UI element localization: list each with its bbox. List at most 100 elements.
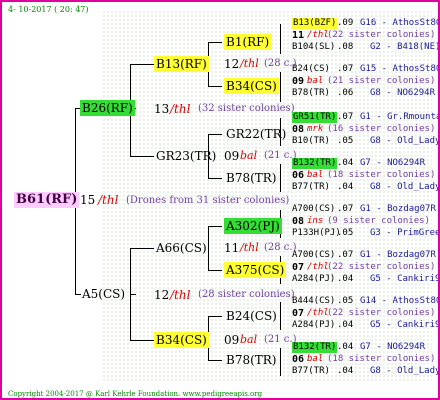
gen2-d-node[interactable]: B34(CS): [154, 332, 209, 348]
leaf-top-value: .07: [337, 204, 354, 214]
leaf-bottom-origin: G5 - Cankiri97Q: [370, 274, 440, 284]
leaf-mid-symbol: bal: [307, 354, 324, 364]
gen2-b-sym: bal: [240, 149, 258, 162]
gen2-d-sym: bal: [240, 333, 258, 346]
gen2-d-num: 09: [224, 333, 240, 347]
leaf-top-value: .04: [337, 342, 354, 352]
leaf-mid-num: 06: [292, 354, 305, 365]
leaf-bottom-value: .05: [337, 228, 354, 238]
leaf-top-origin: G1 - Bozdag07R: [360, 250, 436, 260]
gen2-c-sym: /thl: [240, 241, 259, 254]
leaf-top-origin: G1 - Bozdag07R: [360, 204, 436, 214]
leaf-mid-symbol: ins: [307, 216, 324, 226]
leaf-mid-note: (22 sister colonies): [327, 308, 436, 318]
gen3-a2-node[interactable]: B34(CS): [224, 78, 279, 94]
leaf-top-value: .07: [337, 64, 354, 74]
leaf-mid-num: 08: [292, 216, 305, 227]
leaf-bottom-value: .08: [337, 42, 354, 52]
leaf-top-node[interactable]: GR51(TR): [292, 112, 338, 123]
date-stamp: 4- 10-2017 ( 20: 47): [8, 5, 89, 14]
gen2-a-num: 12: [224, 57, 240, 71]
root-node[interactable]: B61(RF): [14, 192, 80, 208]
gen1-bottom-num: 12: [154, 288, 170, 302]
leaf-bottom-node[interactable]: A284(PJ): [292, 274, 335, 285]
leaf-bottom-node[interactable]: B77(TR): [292, 366, 330, 377]
gen2-b-num: 09: [224, 149, 240, 163]
leaf-bottom-origin: G8 - NO6294R: [370, 88, 436, 98]
root-note: (Drones from 31 sister colonies): [126, 195, 290, 206]
gen3-b1-node[interactable]: GR22(TR): [224, 126, 288, 142]
footer-copyright: Copyright 2004-2017 @ Karl Kehrle Founda…: [8, 390, 263, 398]
leaf-bottom-origin: G8 - Old_Lady: [370, 182, 440, 192]
gen2-a-node[interactable]: B13(RF): [154, 56, 209, 72]
leaf-bottom-node[interactable]: A284(PJ): [292, 320, 335, 331]
gen1-top-num: 13: [154, 102, 170, 116]
leaf-top-node[interactable]: A700(CS): [292, 204, 335, 215]
leaf-mid-note: (9 sister colonies): [327, 216, 430, 226]
leaf-top-node[interactable]: A700(CS): [292, 250, 335, 261]
leaf-bottom-value: .04: [337, 274, 354, 284]
leaf-mid-note: (22 sister colonies): [327, 30, 436, 40]
leaf-top-value: .05: [337, 296, 354, 306]
leaf-mid-num: 08: [292, 124, 305, 135]
gen2-b-node[interactable]: GR23(TR): [154, 148, 218, 164]
leaf-top-origin: G16 - AthosSt80R: [360, 18, 440, 28]
leaf-bottom-value: .04: [337, 320, 354, 330]
leaf-bottom-value: .05: [337, 136, 354, 146]
leaf-mid-symbol: mrk: [307, 124, 324, 134]
leaf-mid-note: (18 sister colonies): [327, 354, 436, 364]
gen3-a1-node[interactable]: B1(RF): [224, 34, 272, 50]
leaf-top-value: .07: [337, 112, 354, 122]
leaf-mid-symbol: bal: [307, 76, 324, 86]
gen3-d2-node[interactable]: B78(TR): [224, 352, 279, 368]
leaf-mid-symbol: bal: [307, 170, 324, 180]
leaf-top-origin: G7 - NO6294R: [360, 342, 426, 352]
gen1-top-node[interactable]: B26(RF): [80, 100, 135, 116]
leaf-top-value: .04: [337, 158, 354, 168]
gen2-c-num: 11: [224, 241, 240, 255]
leaf-mid-num: 07: [292, 308, 305, 319]
gen2-a-sym: /thl: [240, 57, 259, 70]
leaf-bottom-value: .06: [337, 88, 354, 98]
leaf-mid-note: (18 sister colonies): [327, 170, 436, 180]
leaf-top-origin: G7 - NO6294R: [360, 158, 426, 168]
leaf-bottom-node[interactable]: P133H(PJ): [292, 228, 341, 239]
leaf-bottom-origin: G8 - Old_Lady: [370, 366, 440, 376]
gen1-bottom-note: (28 sister colonies): [198, 289, 295, 300]
gen3-c2-node[interactable]: A375(CS): [224, 262, 287, 278]
leaf-top-value: .09: [337, 18, 354, 28]
root-symbol: /thl: [98, 193, 119, 207]
leaf-bottom-node[interactable]: B104(SL): [292, 42, 335, 53]
gen1-bottom-node[interactable]: A5(CS): [80, 286, 127, 302]
leaf-mid-num: 07: [292, 262, 305, 273]
leaf-bottom-origin: G3 - PrimGreen00: [370, 228, 440, 238]
gen1-top-sym: /thl: [170, 102, 191, 116]
gen3-c1-node[interactable]: A302(PJ): [224, 218, 282, 234]
leaf-top-node[interactable]: B132(TR): [292, 158, 338, 169]
leaf-mid-symbol: /thl: [307, 308, 329, 318]
leaf-top-origin: G15 - AthosSt80R: [360, 64, 440, 74]
leaf-mid-num: 06: [292, 170, 305, 181]
gen1-top-note: (32 sister colonies): [198, 103, 295, 114]
leaf-bottom-origin: G2 - B418(NE): [370, 42, 440, 52]
leaf-mid-symbol: /thl: [307, 30, 329, 40]
gen2-c-node[interactable]: A66(CS): [154, 240, 209, 256]
leaf-mid-note: (22 sister colonies): [327, 262, 436, 272]
leaf-bottom-origin: G5 - Cankiri97Q: [370, 320, 440, 330]
leaf-top-origin: G14 - AthosSt80R: [360, 296, 440, 306]
leaf-top-node[interactable]: B13(BZF): [292, 18, 338, 29]
gen3-d1-node[interactable]: B24(CS): [224, 308, 279, 324]
leaf-bottom-value: .04: [337, 366, 354, 376]
gen3-b2-node[interactable]: B78(TR): [224, 170, 279, 186]
leaf-mid-num: 09: [292, 76, 305, 87]
leaf-top-node[interactable]: B132(TR): [292, 342, 338, 353]
leaf-bottom-node[interactable]: B77(TR): [292, 182, 330, 193]
leaf-bottom-value: .04: [337, 182, 354, 192]
leaf-top-node[interactable]: B444(CS): [292, 296, 335, 307]
leaf-mid-symbol: /thl: [307, 262, 329, 272]
leaf-bottom-node[interactable]: B10(TR): [292, 136, 330, 147]
root-gen-num: 15: [80, 193, 96, 207]
leaf-mid-note: (16 sister colonies): [327, 124, 436, 134]
leaf-bottom-node[interactable]: B78(TR): [292, 88, 330, 99]
leaf-top-node[interactable]: B24(CS): [292, 64, 330, 75]
